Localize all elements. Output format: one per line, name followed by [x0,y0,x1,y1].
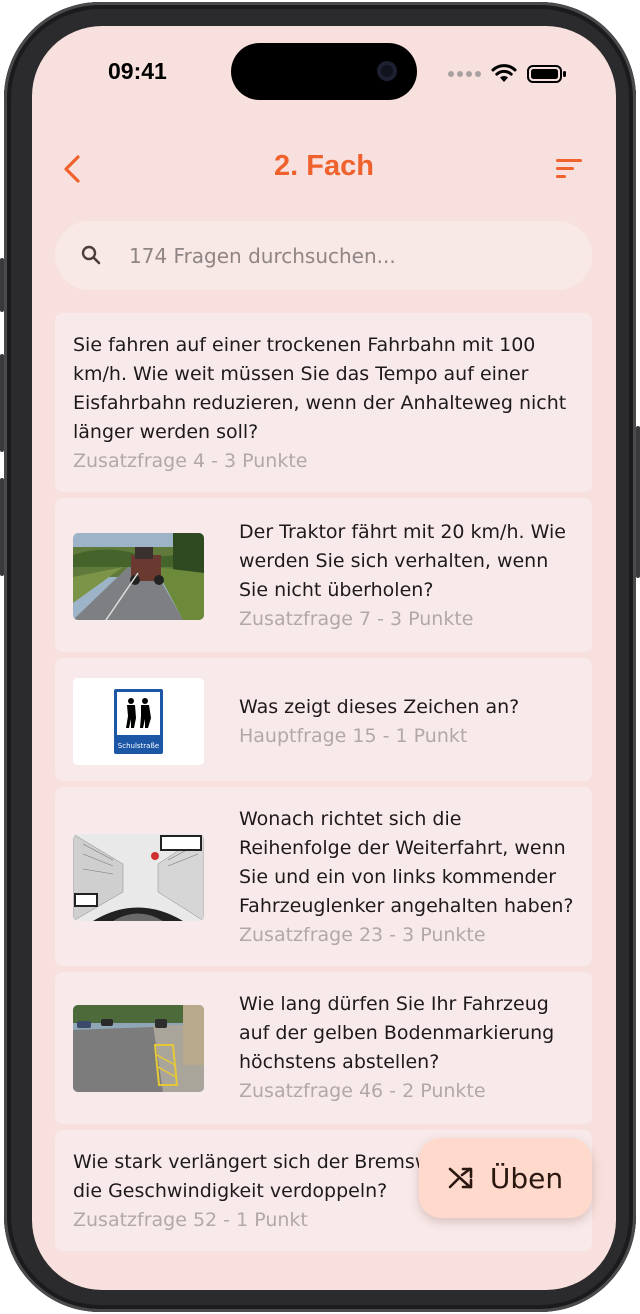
tractor-road-photo [73,532,204,620]
yellow-marking-photo [73,1004,204,1092]
question-card[interactable]: Wonach richtet sich die Reihenfolge der … [55,787,592,966]
app-screen: 09:41 2. Fach 174 Fragen durchsuchen... … [32,26,616,1290]
search-icon [81,245,101,265]
question-list: Sie fahren auf einer trockenen Fahrbahn … [55,313,592,1257]
practice-button[interactable]: Üben [419,1138,592,1218]
page-title: 2. Fach [274,150,374,182]
shuffle-icon [448,1167,473,1189]
question-meta: Zusatzfrage 7 - 3 Punkte [239,608,474,630]
navigation-bar: 2. Fach [32,138,616,198]
search-input[interactable] [129,221,569,290]
sort-button[interactable] [554,158,584,180]
question-meta: Zusatzfrage 4 - 3 Punkte [73,450,308,472]
intersection-sketch [73,834,204,921]
dynamic-island [231,43,417,100]
sort-icon [556,159,582,178]
phone-frame: 09:41 2. Fach 174 Fragen durchsuchen... … [0,2,640,1312]
question-card[interactable]: Schulstraße Was zeigt dieses Zeichen an?… [55,658,592,781]
question-text: Sie fahren auf einer trockenen Fahrbahn … [73,334,567,443]
status-icons [448,64,567,84]
battery-icon [527,65,566,83]
side-button-power [636,426,640,578]
status-time: 09:41 [108,58,167,84]
question-meta: Hauptfrage 15 - 1 Punkt [239,724,468,747]
question-card[interactable]: Sie fahren auf einer trockenen Fahrbahn … [55,313,592,492]
question-card[interactable]: Wie lang dürfen Sie Ihr Fahrzeug auf der… [55,972,592,1124]
side-button-volume-up [0,354,4,452]
question-text: Der Traktor fährt mit 20 km/h. Wie werde… [239,521,566,601]
camera-icon [377,61,397,81]
wifi-icon [491,64,517,82]
practice-button-label: Üben [489,1161,564,1195]
question-text: Wonach richtet sich die Reihenfolge der … [239,808,574,917]
search-bar[interactable] [55,221,592,290]
question-card[interactable]: Der Traktor fährt mit 20 km/h. Wie werde… [55,498,592,652]
side-button-mute [0,258,4,312]
schulstrasse-sign: Schulstraße [73,678,204,765]
question-text: Was zeigt dieses Zeichen an? [239,695,520,718]
cellular-signal-icon [448,71,481,77]
question-text: Wie lang dürfen Sie Ihr Fahrzeug auf der… [239,993,555,1073]
sign-label: Schulstraße [118,742,159,750]
question-meta: Zusatzfrage 23 - 3 Punkte [239,924,486,946]
question-meta: Zusatzfrage 46 - 2 Punkte [239,1080,486,1102]
side-button-volume-down [0,478,4,576]
